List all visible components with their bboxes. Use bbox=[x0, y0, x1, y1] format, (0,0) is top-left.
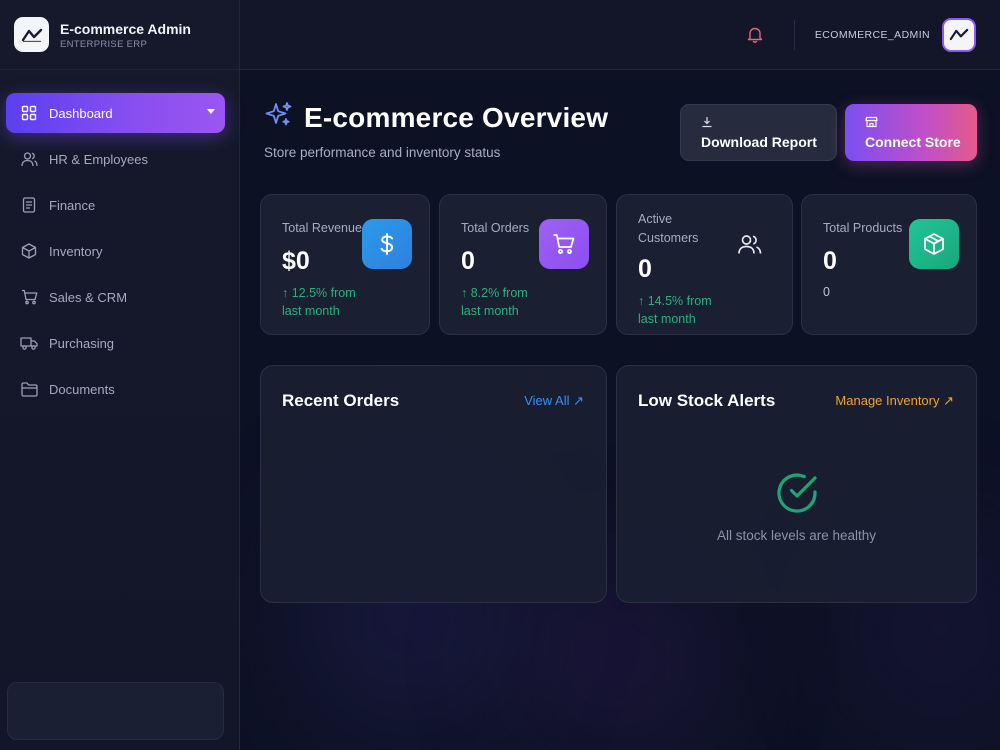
sidebar-item-purchasing[interactable]: Purchasing bbox=[6, 323, 225, 363]
users-icon bbox=[725, 219, 775, 269]
sidebar-item-dashboard[interactable]: Dashboard bbox=[6, 93, 225, 133]
sidebar: E-commerce Admin ENTERPRISE ERP Dashboar… bbox=[0, 0, 240, 750]
page-header: E-commerce Overview Store performance an… bbox=[264, 100, 608, 161]
sidebar-item-inventory[interactable]: Inventory bbox=[6, 231, 225, 271]
app-root: E-commerce Admin ENTERPRISE ERP Dashboar… bbox=[0, 0, 1000, 750]
sidebar-item-label: Dashboard bbox=[49, 105, 113, 121]
sidebar-item-label: HR & Employees bbox=[49, 151, 148, 167]
page-subtitle: Store performance and inventory status bbox=[264, 145, 501, 160]
brand-logo-icon bbox=[14, 17, 49, 52]
stat-trend-line: last month bbox=[282, 304, 340, 318]
sidebar-footer-panel[interactable] bbox=[7, 682, 224, 740]
stat-trend-line: ↑ 12.5% from bbox=[282, 286, 356, 300]
document-icon bbox=[20, 196, 38, 214]
truck-icon bbox=[20, 334, 38, 352]
panel-title: Low Stock Alerts bbox=[638, 391, 776, 410]
panel-title: Recent Orders bbox=[282, 391, 400, 410]
stat-trend-line: ↑ 8.2% from bbox=[461, 286, 528, 300]
stat-trend-line: last month bbox=[461, 304, 519, 318]
stat-trend-line: last month bbox=[638, 312, 696, 326]
view-all-link[interactable]: View All ↗ bbox=[524, 393, 584, 409]
chevron-down-icon bbox=[207, 109, 215, 114]
box-icon bbox=[20, 242, 38, 260]
topbar: ECOMMERCE_ADMIN bbox=[240, 0, 1000, 70]
download-report-label: Download Report bbox=[701, 134, 817, 150]
main-content: ECOMMERCE_ADMIN E-commerce Overview Stor… bbox=[240, 0, 1000, 750]
connect-store-label: Connect Store bbox=[865, 134, 961, 150]
folder-icon bbox=[20, 380, 38, 398]
title-row: E-commerce Overview bbox=[264, 100, 608, 135]
download-icon bbox=[701, 115, 715, 129]
check-circle-icon bbox=[775, 471, 819, 515]
stat-trend: ↑ 12.5% from last month bbox=[282, 284, 429, 320]
stat-card-total-products[interactable]: Total Products 0 0 bbox=[801, 194, 977, 335]
stat-trend: ↑ 8.2% from last month bbox=[461, 284, 606, 320]
brand-text: E-commerce Admin ENTERPRISE ERP bbox=[60, 20, 191, 50]
cart-icon bbox=[20, 288, 38, 306]
user-name[interactable]: ECOMMERCE_ADMIN bbox=[815, 29, 930, 41]
sidebar-item-sales-crm[interactable]: Sales & CRM bbox=[6, 277, 225, 317]
empty-state-text: All stock levels are healthy bbox=[716, 528, 877, 543]
topbar-divider bbox=[793, 19, 795, 50]
bell-icon[interactable] bbox=[743, 23, 767, 47]
sidebar-item-label: Inventory bbox=[49, 243, 103, 259]
recent-orders-panel: Recent Orders View All ↗ bbox=[260, 365, 607, 603]
box-icon bbox=[909, 219, 959, 269]
low-stock-alerts-panel: Low Stock Alerts Manage Inventory ↗ All … bbox=[616, 365, 977, 603]
sparkles-icon bbox=[264, 100, 294, 135]
store-icon bbox=[865, 115, 879, 129]
dollar-icon bbox=[362, 219, 412, 269]
sidebar-item-finance[interactable]: Finance bbox=[6, 185, 225, 225]
brand-subtitle: ENTERPRISE ERP bbox=[60, 38, 148, 50]
sidebar-item-label: Documents bbox=[49, 381, 115, 397]
connect-store-button[interactable]: Connect Store bbox=[845, 104, 977, 161]
stat-card-total-revenue[interactable]: Total Revenue $0 ↑ 12.5% from last month bbox=[260, 194, 430, 335]
users-icon bbox=[20, 150, 38, 168]
download-report-button[interactable]: Download Report bbox=[680, 104, 837, 161]
stat-trend-line: ↑ 14.5% from bbox=[638, 294, 712, 308]
cart-icon bbox=[539, 219, 589, 269]
sidebar-nav: Dashboard HR & Employees Finance Invento… bbox=[0, 70, 239, 409]
stat-trend: ↑ 14.5% from last month bbox=[638, 292, 792, 328]
stat-extra: 0 bbox=[823, 285, 830, 299]
sidebar-item-hr-employees[interactable]: HR & Employees bbox=[6, 139, 225, 179]
sidebar-item-documents[interactable]: Documents bbox=[6, 369, 225, 409]
sidebar-item-label: Sales & CRM bbox=[49, 289, 128, 305]
stat-card-active-customers[interactable]: Active Customers 0 ↑ 14.5% from last mon… bbox=[616, 194, 793, 335]
page-title: E-commerce Overview bbox=[304, 101, 609, 133]
avatar[interactable] bbox=[942, 17, 976, 52]
sidebar-item-label: Purchasing bbox=[49, 335, 115, 351]
brand[interactable]: E-commerce Admin ENTERPRISE ERP bbox=[0, 0, 239, 70]
brand-title: E-commerce Admin bbox=[60, 20, 191, 37]
sidebar-item-label: Finance bbox=[49, 197, 96, 213]
manage-inventory-link[interactable]: Manage Inventory ↗ bbox=[835, 393, 954, 409]
grid-icon bbox=[20, 104, 38, 122]
stat-card-total-orders[interactable]: Total Orders 0 ↑ 8.2% from last month bbox=[439, 194, 607, 335]
